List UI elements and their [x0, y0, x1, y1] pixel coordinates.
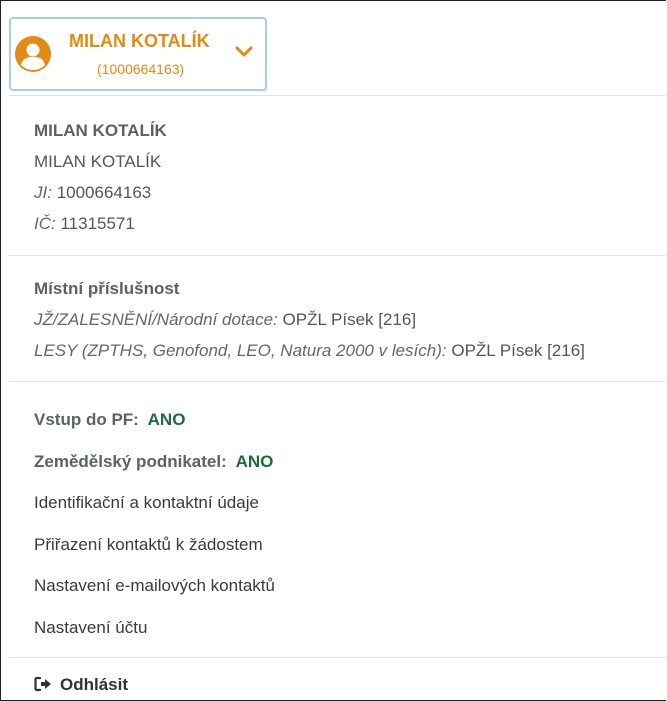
ji-value: 1000664163 — [56, 183, 152, 202]
sign-out-icon — [34, 676, 51, 692]
identity-title: MILAN KOTALÍK — [34, 121, 167, 140]
pf-value: ANO — [147, 410, 186, 429]
menu-item-email-contacts[interactable]: Nastavení e-mailových kontaktů — [34, 565, 666, 607]
jurisdiction-row: JŽ/ZALESNĚNÍ/Národní dotace: OPŽL Písek … — [34, 304, 666, 335]
menu-item-identification-contacts[interactable]: Identifikační a kontaktní údaje — [34, 482, 666, 524]
jurisdiction-label: LESY (ZPTHS, Genofond, LEO, Natura 2000 … — [34, 341, 447, 360]
jurisdiction-value: OPŽL Písek [216] — [282, 310, 417, 329]
chevron-down-icon — [235, 46, 253, 57]
identity-section: MILAN KOTALÍK MILAN KOTALÍK JI: 10006641… — [34, 115, 666, 239]
divider — [9, 255, 666, 256]
ic-label: IČ: — [34, 214, 56, 233]
logout-label: Odhlásit — [60, 675, 129, 694]
user-name: MILAN KOTALÍK — [69, 31, 210, 51]
logout-button[interactable]: Odhlásit — [34, 675, 128, 695]
divider — [9, 657, 666, 658]
user-circle-icon — [15, 36, 51, 72]
identity-name: MILAN KOTALÍK — [34, 152, 162, 171]
divider — [9, 95, 666, 96]
menu-item-account-settings[interactable]: Nastavení účtu — [34, 607, 666, 649]
user-menu-toggle[interactable]: MILAN KOTALÍK (1000664163) — [9, 17, 267, 91]
menu-item-contact-assignment[interactable]: Přiřazení kontaktů k žádostem — [34, 524, 666, 566]
pf-status: Vstup do PF: ANO — [34, 399, 666, 441]
ic-value: 11315571 — [60, 214, 135, 233]
status-menu-section: Vstup do PF: ANO Zemědělský podnikatel: … — [34, 399, 666, 648]
pf-label: Vstup do PF: — [34, 410, 139, 429]
user-id: (1000664163) — [97, 61, 185, 77]
farmer-label: Zemědělský podnikatel: — [34, 451, 227, 471]
divider — [9, 381, 666, 382]
farmer-value: ANO — [235, 451, 274, 471]
ji-label: JI: — [34, 183, 52, 202]
jurisdiction-row: LESY (ZPTHS, Genofond, LEO, Natura 2000 … — [34, 335, 666, 366]
ji-row: JI: 1000664163 — [34, 177, 666, 208]
jurisdiction-title: Místní příslušnost — [34, 279, 180, 298]
user-dropdown-panel: MILAN KOTALÍK (1000664163) MILAN KOTALÍK… — [0, 0, 666, 701]
jurisdiction-section: Místní příslušnost JŽ/ZALESNĚNÍ/Národní … — [34, 273, 666, 366]
farmer-status: Zemědělský podnikatel: ANO — [34, 441, 666, 483]
jurisdiction-value: OPŽL Písek [216] — [451, 341, 585, 360]
jurisdiction-label: JŽ/ZALESNĚNÍ/Národní dotace: — [34, 310, 278, 329]
ic-row: IČ: 11315571 — [34, 208, 666, 239]
